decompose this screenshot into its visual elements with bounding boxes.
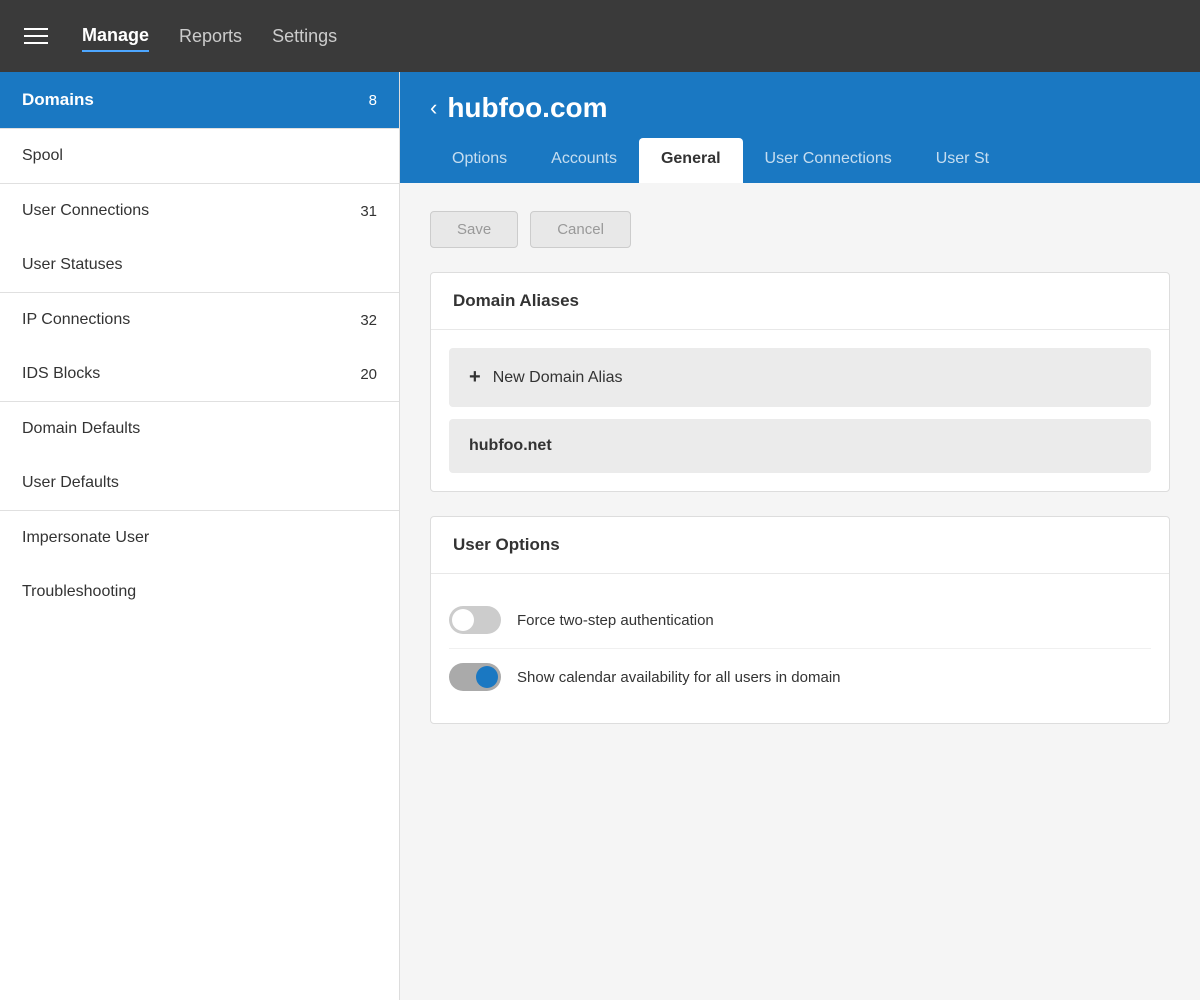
- save-button[interactable]: Save: [430, 211, 518, 248]
- top-nav: Manage Reports Settings: [0, 0, 1200, 72]
- sidebar-item-label-impersonate-user: Impersonate User: [22, 529, 149, 547]
- user-options-title: User Options: [431, 517, 1169, 574]
- calendar-availability-label: Show calendar availability for all users…: [517, 669, 841, 686]
- sidebar-item-domain-defaults[interactable]: Domain Defaults: [0, 402, 399, 456]
- tab-general[interactable]: General: [639, 138, 743, 183]
- toolbar-buttons: Save Cancel: [430, 211, 1170, 248]
- content-area: Save Cancel Domain Aliases + New Domain …: [400, 183, 1200, 776]
- two-step-auth-label: Force two-step authentication: [517, 612, 714, 629]
- back-arrow-icon[interactable]: ‹: [430, 95, 437, 121]
- tab-user-connections[interactable]: User Connections: [743, 138, 914, 183]
- sidebar-item-ids-blocks[interactable]: IDS Blocks 20: [0, 347, 399, 401]
- tab-user-statuses[interactable]: User St: [914, 138, 1011, 183]
- nav-reports[interactable]: Reports: [179, 22, 242, 51]
- domain-aliases-card: Domain Aliases + New Domain Alias hubfoo…: [430, 272, 1170, 492]
- sidebar-item-label-user-statuses: User Statuses: [22, 256, 122, 274]
- tab-accounts[interactable]: Accounts: [529, 138, 639, 183]
- domain-aliases-body: + New Domain Alias hubfoo.net: [431, 330, 1169, 491]
- sidebar-item-label-ip-connections: IP Connections: [22, 311, 130, 329]
- tabs-bar: Options Accounts General User Connection…: [430, 138, 1170, 183]
- sidebar-item-label-ids-blocks: IDS Blocks: [22, 365, 100, 383]
- sidebar-item-badge-user-connections: 31: [360, 203, 377, 220]
- hamburger-menu[interactable]: [20, 24, 52, 48]
- sidebar-item-spool[interactable]: Spool: [0, 129, 399, 183]
- sidebar-item-badge-ids-blocks: 20: [360, 366, 377, 383]
- main-content: ‹ hubfoo.com Options Accounts General Us…: [400, 72, 1200, 1000]
- alias-item-hubfoo-net[interactable]: hubfoo.net: [449, 419, 1151, 473]
- sidebar-item-label-troubleshooting: Troubleshooting: [22, 583, 136, 601]
- user-options-body: Force two-step authentication Show calen…: [431, 574, 1169, 723]
- sidebar-item-label-domains: Domains: [22, 90, 94, 110]
- nav-manage[interactable]: Manage: [82, 21, 149, 52]
- two-step-auth-row: Force two-step authentication: [449, 592, 1151, 648]
- new-domain-alias-button[interactable]: + New Domain Alias: [449, 348, 1151, 407]
- main-layout: Domains 8 Spool User Connections 31 User…: [0, 72, 1200, 1000]
- nav-settings[interactable]: Settings: [272, 22, 337, 51]
- sidebar-item-ip-connections[interactable]: IP Connections 32: [0, 293, 399, 347]
- sidebar-item-label-user-connections: User Connections: [22, 202, 149, 220]
- user-options-card: User Options Force two-step authenticati…: [430, 516, 1170, 724]
- sidebar-item-domains[interactable]: Domains 8: [0, 72, 399, 128]
- calendar-availability-knob: [476, 666, 498, 688]
- sidebar-item-badge-domains: 8: [369, 92, 377, 109]
- tab-options[interactable]: Options: [430, 138, 529, 183]
- calendar-availability-toggle[interactable]: [449, 663, 501, 691]
- plus-icon: +: [469, 366, 481, 389]
- calendar-availability-track[interactable]: [449, 663, 501, 691]
- two-step-auth-track[interactable]: [449, 606, 501, 634]
- new-alias-label: New Domain Alias: [493, 369, 623, 387]
- domain-title: hubfoo.com: [447, 92, 607, 124]
- sidebar-item-troubleshooting[interactable]: Troubleshooting: [0, 565, 399, 619]
- domain-title-row: ‹ hubfoo.com: [430, 92, 1170, 124]
- cancel-button[interactable]: Cancel: [530, 211, 631, 248]
- sidebar-item-user-connections[interactable]: User Connections 31: [0, 184, 399, 238]
- sidebar-item-label-spool: Spool: [22, 147, 63, 165]
- domain-header: ‹ hubfoo.com Options Accounts General Us…: [400, 72, 1200, 183]
- sidebar-item-label-domain-defaults: Domain Defaults: [22, 420, 140, 438]
- sidebar-item-label-user-defaults: User Defaults: [22, 474, 119, 492]
- sidebar-item-user-defaults[interactable]: User Defaults: [0, 456, 399, 510]
- two-step-auth-knob: [452, 609, 474, 631]
- sidebar-item-badge-ip-connections: 32: [360, 312, 377, 329]
- two-step-auth-toggle[interactable]: [449, 606, 501, 634]
- sidebar-item-user-statuses[interactable]: User Statuses: [0, 238, 399, 292]
- sidebar: Domains 8 Spool User Connections 31 User…: [0, 72, 400, 1000]
- domain-aliases-title: Domain Aliases: [431, 273, 1169, 330]
- calendar-availability-row: Show calendar availability for all users…: [449, 648, 1151, 705]
- sidebar-item-impersonate-user[interactable]: Impersonate User: [0, 511, 399, 565]
